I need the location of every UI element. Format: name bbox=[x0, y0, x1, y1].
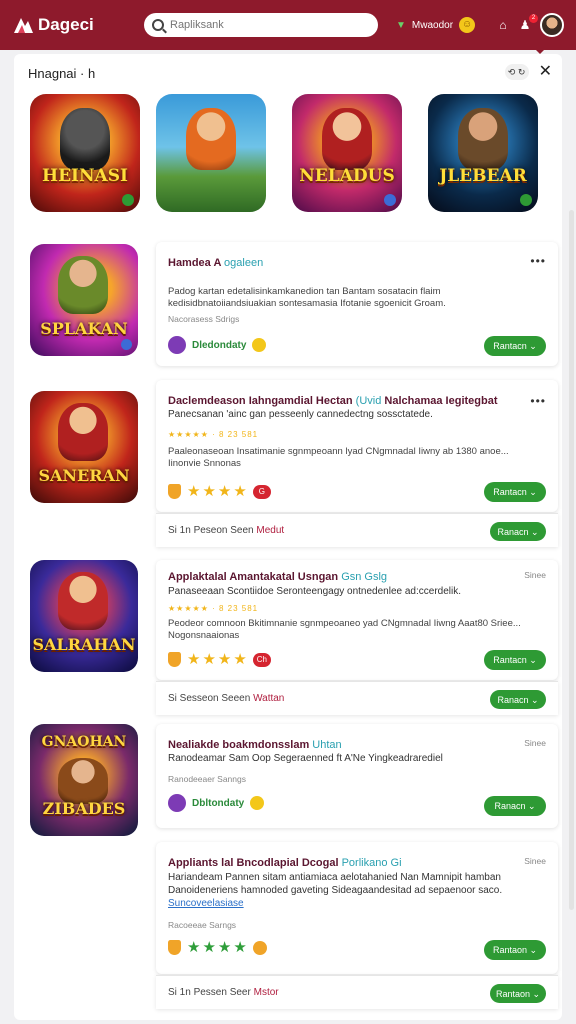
app-card-3[interactable]: Applaktalal Amantakatal Usngan Gsn Gslg … bbox=[156, 560, 558, 680]
top-app-bar: Dageci ▼ Mwaodor ☺ ⌂ ♟2 bbox=[0, 0, 576, 50]
game-badge-icon bbox=[121, 339, 132, 350]
game-image-4[interactable]: GNAOHAN ZIBADES bbox=[30, 724, 138, 836]
coin-icon bbox=[250, 796, 265, 810]
game-image-title: SANERAN bbox=[38, 466, 130, 485]
game-image-3[interactable]: SALRAHAN bbox=[30, 560, 138, 672]
notification-count: 2 bbox=[529, 14, 538, 23]
coin-icon bbox=[252, 338, 267, 352]
card-meta: Nacorasess Sdrigs bbox=[168, 314, 240, 324]
home-icon[interactable]: ⌂ bbox=[496, 18, 510, 32]
card-title: Hamdea A ogaleen bbox=[168, 257, 264, 269]
card-title: Daclemdeason Iahngamdial Hectan (Uvid Na… bbox=[168, 395, 498, 407]
card-meta: Ranodeeaer Sanngs bbox=[168, 774, 246, 784]
avatar[interactable] bbox=[540, 13, 564, 37]
star-rating: ★ ★ ★ ★ bbox=[187, 939, 247, 956]
more-options-icon[interactable]: ••• bbox=[530, 394, 546, 408]
developer-name[interactable]: Dledondaty bbox=[192, 340, 246, 351]
footer-text: Si Sesseon Seeen Wattan bbox=[168, 693, 285, 704]
rating-summary: ★★★★★ · 8 23 581 bbox=[168, 430, 259, 439]
install-button[interactable]: Ranacn ⌄ bbox=[484, 796, 546, 816]
app-card-4[interactable]: Nealiakde boakmdonsslam Uhtan Sinee Rano… bbox=[156, 724, 558, 828]
search-icon bbox=[152, 19, 164, 31]
featured-game-4[interactable]: JLEBEAR bbox=[428, 94, 538, 212]
play-icon: ▼ bbox=[396, 19, 406, 31]
wallet[interactable]: ▼ Mwaodor ☺ bbox=[396, 17, 476, 33]
card-description: Paaleonaseoan Insatimanie sgnmpeoann lya… bbox=[168, 446, 509, 469]
age-rating-icon bbox=[168, 652, 181, 667]
card-title: Nealiakde boakmdonsslam Uhtan bbox=[168, 739, 342, 751]
app-card-1[interactable]: Hamdea A ogaleen ••• Padog kartan edetal… bbox=[156, 242, 558, 366]
rating-badge: G bbox=[252, 484, 271, 499]
star-rating: ★ ★ ★ ★ bbox=[187, 651, 247, 668]
developer-icon bbox=[168, 794, 186, 812]
card-footer: Si 1n Peseon Seen Medut Ranacn ⌄ bbox=[156, 513, 558, 547]
card-description: Peodeor comnoon Bkitimnanie sgnmpeoaneo … bbox=[168, 618, 521, 641]
footer-install-button[interactable]: Rantaon ⌄ bbox=[490, 984, 546, 1003]
search-input[interactable] bbox=[170, 19, 370, 31]
refresh-button[interactable]: ⟲ ↻ bbox=[504, 64, 529, 80]
card-subtitle: Ranodeamar Sam Oop Segeraenned ft A'Ne Y… bbox=[168, 753, 443, 764]
game-image-2[interactable]: SANERAN bbox=[30, 391, 138, 503]
card-description: Padog kartan edetalisinkamkanedion tan B… bbox=[168, 286, 446, 309]
panel-title: Hnagnai · h bbox=[28, 66, 96, 81]
featured-title: NELADUS bbox=[299, 166, 395, 186]
brand-logo[interactable]: Dageci bbox=[12, 15, 144, 35]
game-image-subtitle: ZIBADES bbox=[42, 799, 126, 818]
footer-install-button[interactable]: Ranacn ⌄ bbox=[490, 522, 546, 541]
close-icon[interactable]: ✕ bbox=[539, 64, 552, 80]
card-description: Hariandeam Pannen sitam antiamiaca aelot… bbox=[168, 872, 503, 909]
card-footer: Si Sesseon Seeen Wattan Ranacn ⌄ bbox=[156, 681, 558, 715]
featured-game-1[interactable]: HEINASI bbox=[30, 94, 140, 212]
search-bar[interactable] bbox=[144, 13, 378, 37]
featured-game-2[interactable] bbox=[156, 94, 266, 212]
android-icon bbox=[122, 194, 134, 206]
game-image-1[interactable]: SPLAKAN bbox=[30, 244, 138, 356]
featured-game-3[interactable]: NELADUS bbox=[292, 94, 402, 212]
app-card-5[interactable]: Appliants lal Bncodlapial Dcogal Porlika… bbox=[156, 842, 558, 974]
age-rating-icon bbox=[168, 484, 181, 499]
brand-name: Dageci bbox=[38, 15, 94, 34]
game-badge-icon bbox=[384, 194, 396, 206]
game-image-title: SPLAKAN bbox=[40, 319, 128, 338]
scrollbar[interactable] bbox=[569, 210, 574, 910]
coin-icon bbox=[252, 940, 267, 955]
android-icon bbox=[520, 194, 532, 206]
coin-icon: ☺ bbox=[459, 17, 476, 33]
card-title: Applaktalal Amantakatal Usngan Gsn Gslg bbox=[168, 571, 388, 583]
install-button[interactable]: Rantacn ⌄ bbox=[484, 336, 546, 356]
card-subtitle: Panecsanan 'ainc gan pesseenly cannedect… bbox=[168, 409, 433, 420]
install-button[interactable]: Rantacn ⌄ bbox=[484, 482, 546, 502]
rating-summary: ★★★★★ · 8 23 581 bbox=[168, 604, 259, 613]
game-image-title: GNAOHAN bbox=[41, 734, 127, 750]
featured-title: HEINASI bbox=[42, 166, 128, 186]
developer-icon bbox=[168, 336, 186, 354]
app-card-2[interactable]: Daclemdeason Iahngamdial Hectan (Uvid Na… bbox=[156, 380, 558, 512]
card-time: Sinee bbox=[524, 856, 546, 866]
age-rating-icon bbox=[168, 940, 181, 955]
developer-name[interactable]: Dbltondaty bbox=[192, 798, 244, 809]
star-rating: ★ ★ ★ ★ bbox=[187, 483, 247, 500]
logo-icon bbox=[12, 15, 34, 35]
footer-text: Si 1n Peseon Seen Medut bbox=[168, 525, 285, 536]
wallet-label: Mwaodor bbox=[411, 19, 454, 31]
footer-install-button[interactable]: Ranacn ⌄ bbox=[490, 690, 546, 709]
card-subtitle: Panaseeaan Scontiidoe Seronteengagy ontn… bbox=[168, 586, 461, 597]
game-image-title: SALRAHAN bbox=[32, 635, 136, 654]
card-title: Appliants lal Bncodlapial Dcogal Porlika… bbox=[168, 857, 402, 869]
card-time: Sinee bbox=[524, 570, 546, 580]
footer-text: Si 1n Pessen Seer Mstor bbox=[168, 987, 279, 998]
read-more-link[interactable]: Suncoveelasiase bbox=[168, 898, 244, 909]
card-footer: Si 1n Pessen Seer Mstor Rantaon ⌄ bbox=[156, 975, 558, 1009]
featured-title: JLEBEAR bbox=[439, 166, 527, 186]
more-options-icon[interactable]: ••• bbox=[530, 254, 546, 268]
card-time: Sinee bbox=[524, 738, 546, 748]
notification-icon[interactable]: ♟ 2 bbox=[518, 14, 538, 32]
card-meta: Racoeeae Sarngs bbox=[168, 920, 237, 930]
rating-badge: Ch bbox=[252, 652, 271, 667]
install-button[interactable]: Rantacn ⌄ bbox=[484, 650, 546, 670]
install-button[interactable]: Rantaon ⌄ bbox=[484, 940, 546, 960]
